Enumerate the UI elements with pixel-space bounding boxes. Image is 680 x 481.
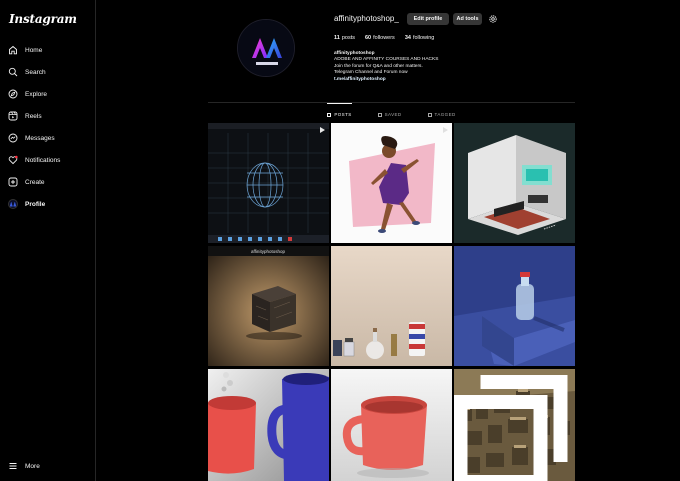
post-4-caption: affinityphotoshop (251, 249, 285, 254)
profile-stats: 11 posts 60 followers 34 following (334, 35, 434, 41)
nav-search[interactable]: Search (8, 64, 46, 80)
post-3[interactable] (454, 123, 575, 243)
post-7[interactable] (208, 369, 329, 481)
following-label: following (412, 35, 435, 41)
profile-username: affinityphotoshop_ (334, 14, 399, 23)
post-4[interactable]: affinityphotoshop (208, 246, 329, 366)
nav-create[interactable]: Create (8, 174, 45, 190)
post-7-image (208, 369, 329, 481)
followers-stat[interactable]: 60 followers (365, 35, 395, 41)
tab-tagged[interactable]: TAGGED (427, 104, 456, 120)
nav-profile[interactable]: Profile (8, 196, 45, 212)
messages-icon (8, 133, 18, 143)
carousel-icon (454, 375, 568, 481)
nav-home-label: Home (25, 46, 43, 54)
nav-search-label: Search (25, 68, 46, 76)
profile-bio: affinityphotoshop ADOBE AND AFFINITY COU… (334, 51, 514, 83)
post-2-image (331, 123, 452, 243)
nav-notifications[interactable]: Notifications (8, 152, 60, 168)
post-1-image (208, 123, 329, 243)
post-grid: affinityphotoshop (208, 123, 575, 481)
compass-icon (8, 89, 18, 99)
nav-home[interactable]: Home (8, 42, 42, 58)
post-8[interactable] (331, 369, 452, 481)
nav-more[interactable]: More (8, 458, 40, 474)
post-6-image (454, 246, 575, 366)
post-5[interactable] (331, 246, 452, 366)
post-1[interactable] (208, 123, 329, 243)
reels-icon (8, 111, 18, 121)
search-icon (8, 67, 18, 77)
menu-icon (9, 463, 17, 469)
nav-create-label: Create (25, 178, 45, 186)
tab-posts[interactable]: POSTS (327, 103, 352, 120)
tab-saved[interactable]: SAVED (377, 104, 402, 120)
nav-explore-label: Explore (25, 90, 48, 98)
following-stat[interactable]: 34 following (405, 35, 435, 41)
nav-notifications-label: Notifications (25, 156, 61, 164)
bookmark-icon (377, 112, 382, 117)
nav-explore[interactable]: Explore (8, 86, 47, 102)
post-9[interactable] (454, 369, 575, 481)
instagram-logo[interactable]: Instagram (9, 12, 77, 26)
gear-icon[interactable] (488, 14, 498, 24)
plus-square-icon (8, 177, 18, 187)
tab-saved-label: SAVED (384, 112, 402, 117)
nav-profile-label: Profile (25, 200, 46, 208)
edit-profile-button[interactable]: Edit profile (407, 13, 449, 25)
nav-messages[interactable]: Messages (8, 130, 55, 146)
post-4-image: affinityphotoshop (208, 246, 329, 366)
nav-messages-label: Messages (25, 134, 55, 142)
post-5-image (331, 246, 452, 366)
post-6[interactable] (454, 246, 575, 366)
posts-count: 11 (334, 35, 340, 41)
nav-reels[interactable]: Reels (8, 108, 42, 124)
header-divider (208, 102, 575, 103)
profile-avatar-image (238, 20, 294, 76)
followers-label: followers (373, 35, 395, 41)
avatar (8, 199, 18, 209)
tab-tagged-label: TAGGED (434, 112, 456, 117)
post-2[interactable] (331, 123, 452, 243)
followers-count: 60 (364, 35, 372, 41)
post-3-image (454, 123, 575, 243)
post-8-image (331, 369, 452, 481)
grid-icon (327, 112, 332, 117)
nav-more-label: More (25, 462, 40, 470)
nav-reels-label: Reels (25, 112, 42, 120)
following-count: 34 (404, 35, 411, 41)
ad-tools-button[interactable]: Ad tools (453, 13, 482, 25)
home-icon (9, 45, 17, 55)
profile-tabs: POSTS SAVED TAGGED (208, 103, 575, 120)
profile-avatar[interactable] (237, 19, 295, 77)
posts-label: posts (341, 35, 355, 41)
heart-icon (8, 155, 18, 165)
tag-icon (427, 112, 432, 117)
sidebar: Instagram Home Search Explore Reels Mess… (0, 0, 96, 481)
bio-link[interactable]: t.me/affinityphotoshop (334, 77, 514, 83)
tab-posts-label: POSTS (334, 112, 352, 117)
posts-stat: 11 posts (334, 35, 355, 41)
